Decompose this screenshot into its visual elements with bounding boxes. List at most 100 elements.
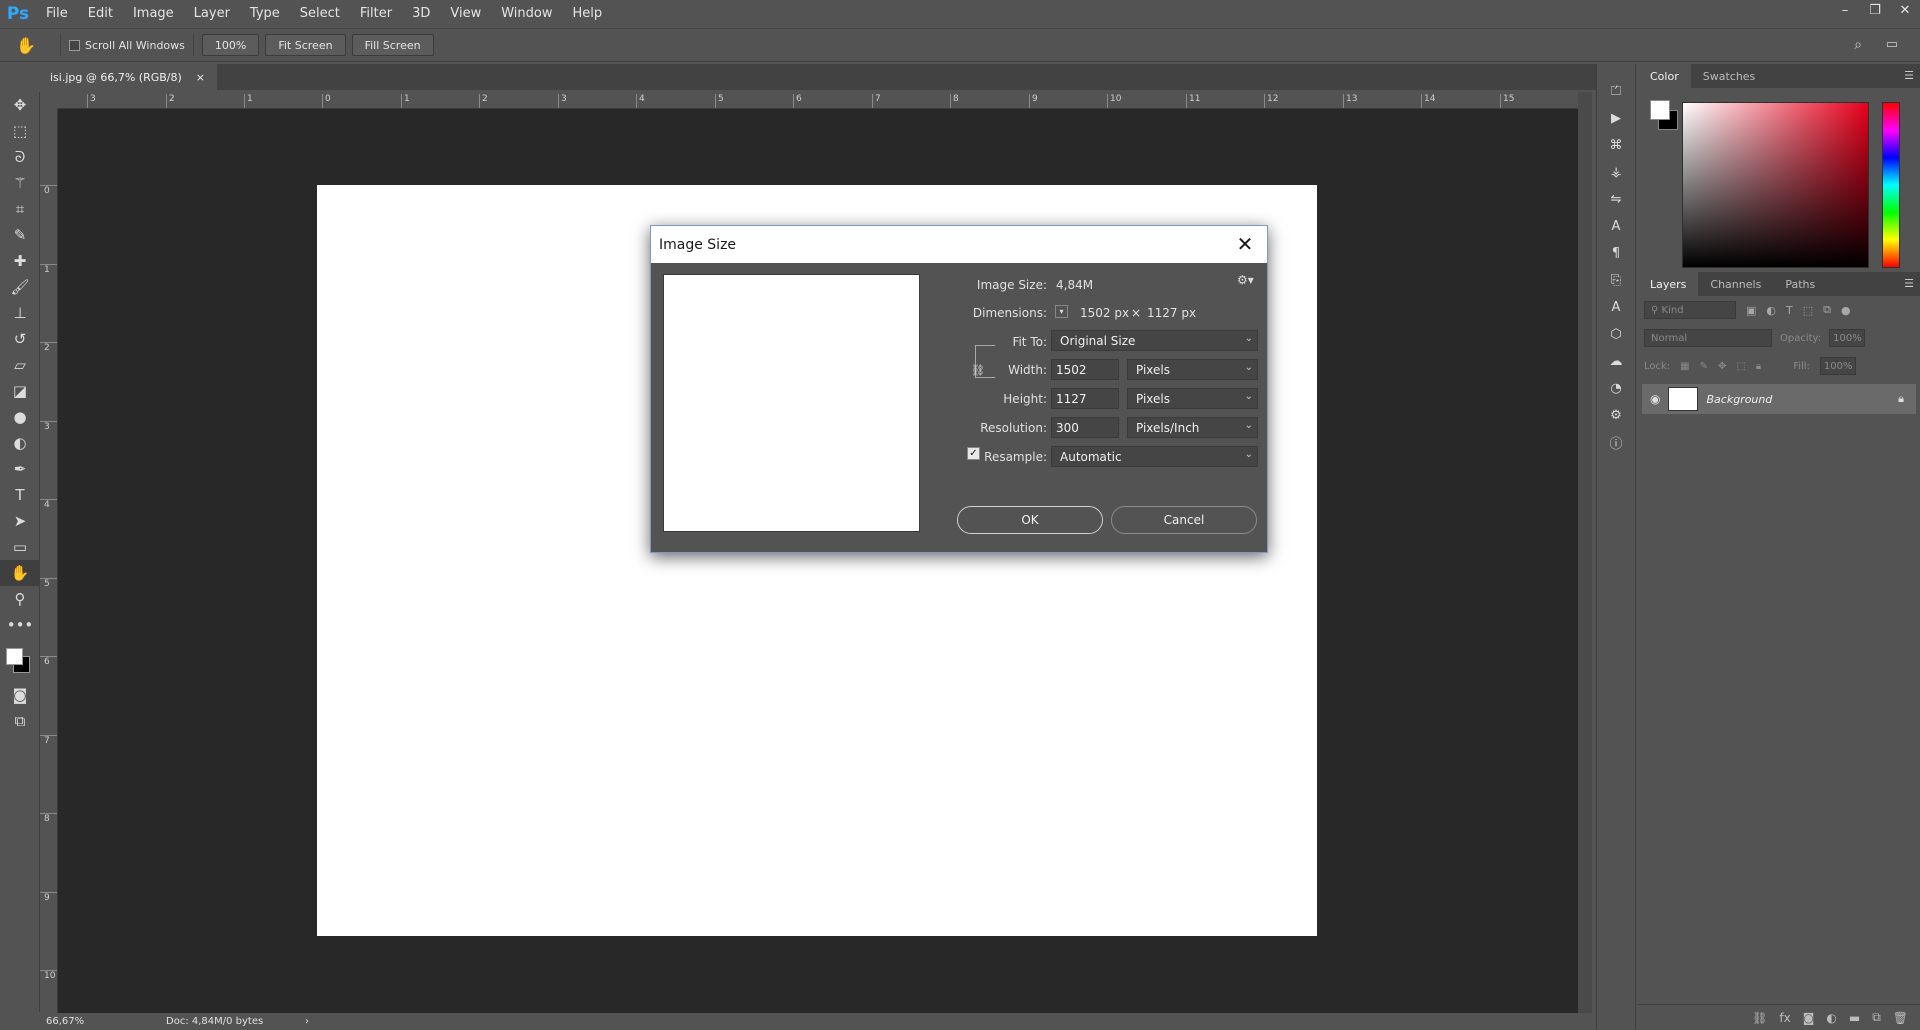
workspace-icon[interactable]: ▭ [1886,37,1898,52]
hand-tool-icon[interactable]: ✋ [0,560,40,586]
tab-channels[interactable]: Channels [1698,272,1773,296]
color-field[interactable] [1682,102,1869,268]
eye-icon[interactable]: ◉ [1650,392,1660,406]
3d-icon[interactable]: ⬡ [1597,321,1635,348]
scroll-all-windows-checkbox[interactable]: Scroll All Windows [69,39,185,52]
marquee-tool-icon[interactable]: ⬚ [0,118,40,144]
paragraph-icon[interactable]: ¶ [1597,240,1635,267]
minimize-icon[interactable]: – [1830,0,1860,20]
lock-artboard-icon[interactable]: ⬚ [1736,361,1745,372]
magic-wand-tool-icon[interactable]: ⚚ [0,170,40,196]
filter-toggle-icon[interactable]: ● [1841,304,1851,317]
layer-style-icon[interactable]: fx [1779,1011,1790,1025]
type-tool-icon[interactable]: T [0,482,40,508]
fill-screen-button[interactable]: Fill Screen [351,34,434,56]
foreground-color[interactable] [6,648,23,665]
menu-file[interactable]: File [36,0,78,28]
clone-stamp-tool-icon[interactable]: ⊥ [0,300,40,326]
cancel-button[interactable]: Cancel [1111,506,1257,534]
panel-menu-icon[interactable]: ☰ [1904,277,1914,290]
tab-paths[interactable]: Paths [1773,272,1827,296]
actions-icon[interactable]: ▶ [1597,105,1635,132]
height-unit-select[interactable]: Pixels ⌄ [1127,388,1258,409]
fit-to-select[interactable]: Original Size ⌄ [1051,330,1258,351]
panel-menu-icon[interactable]: ☰ [1904,69,1914,82]
lock-all-icon[interactable]: 🔒︎ [1756,361,1761,372]
brush-presets-icon[interactable]: ⌘ [1597,132,1635,159]
move-tool-icon[interactable]: ✥ [0,92,40,118]
menu-select[interactable]: Select [290,0,350,28]
close-icon[interactable]: ✕ [1233,232,1257,256]
dodge-tool-icon[interactable]: ◐ [0,430,40,456]
character-icon[interactable]: A [1597,213,1635,240]
brushes-icon[interactable]: ⚶ [1597,159,1635,186]
ok-button[interactable]: OK [957,506,1103,534]
checkbox-box[interactable] [69,39,80,51]
fit-screen-button[interactable]: Fit Screen [265,34,346,56]
adjustments-icon[interactable]: ⇋ [1597,186,1635,213]
height-input[interactable]: 1127 [1051,388,1119,409]
width-unit-select[interactable]: Pixels ⌄ [1127,359,1258,380]
filter-shape-icon[interactable]: ⬚ [1803,304,1813,317]
eyedropper-tool-icon[interactable]: ✎ [0,222,40,248]
menu-filter[interactable]: Filter [350,0,402,28]
layer-row[interactable]: ◉ Background 🔒︎ [1642,384,1916,414]
new-group-icon[interactable]: ▬ [1849,1011,1860,1025]
menu-3d[interactable]: 3D [402,0,440,28]
layer-kind-filter[interactable]: ⚲ Kind [1644,301,1736,319]
lock-icon[interactable]: 🔒︎ [1898,392,1904,406]
eraser-tool-icon[interactable]: ▱ [0,352,40,378]
new-layer-icon[interactable]: ⧉ [1872,1010,1881,1025]
blur-tool-icon[interactable]: ● [0,404,40,430]
history-icon[interactable]: ⏍ [1597,78,1635,105]
tab-layers[interactable]: Layers [1638,272,1699,296]
search-icon[interactable]: ⌕ [1854,37,1862,53]
blend-mode-select[interactable]: Normal [1644,329,1772,347]
info-icon[interactable]: ⓘ [1597,429,1635,456]
menu-layer[interactable]: Layer [184,0,240,28]
delete-layer-icon[interactable]: 🗑︎ [1893,1011,1908,1025]
menu-help[interactable]: Help [563,0,613,28]
status-zoom[interactable]: 66,67% [40,1016,110,1027]
glyphs-icon[interactable]: A [1597,294,1635,321]
gear-icon[interactable]: ⚙▾ [1237,273,1254,287]
filter-adjustment-icon[interactable]: ◐ [1766,304,1776,317]
properties-icon[interactable]: ⚙ [1597,402,1635,429]
chevron-down-icon[interactable]: ▾ [1055,305,1068,318]
link-layers-icon[interactable]: ⛓ [1752,1011,1767,1025]
menu-type[interactable]: Type [240,0,290,28]
menu-view[interactable]: View [440,0,491,28]
pen-tool-icon[interactable]: ✒ [0,456,40,482]
healing-brush-tool-icon[interactable]: ✚ [0,248,40,274]
screen-mode-icon[interactable]: ⧉ [0,708,40,734]
tab-color[interactable]: Color [1638,64,1691,88]
lock-transparent-icon[interactable]: ▦ [1680,361,1689,372]
libraries-icon[interactable]: ☁ [1597,348,1635,375]
close-tab-icon[interactable]: × [196,71,205,84]
history-brush-tool-icon[interactable]: ↺ [0,326,40,352]
rectangle-tool-icon[interactable]: ▭ [0,534,40,560]
panel-foreground-swatch[interactable] [1650,100,1670,120]
filter-type-icon[interactable]: T [1786,304,1793,317]
clone-source-icon[interactable]: ⎘ [1597,267,1635,294]
lock-image-icon[interactable]: ✎ [1700,361,1708,372]
menu-window[interactable]: Window [491,0,562,28]
color-swatches[interactable] [0,638,39,682]
vertical-scrollbar[interactable] [1578,92,1592,1013]
filter-smart-object-icon[interactable]: ⧉ [1823,303,1831,317]
restore-icon[interactable]: ❐ [1860,0,1890,20]
hue-slider[interactable] [1882,102,1900,268]
add-mask-icon[interactable]: ◙ [1803,1011,1815,1025]
width-input[interactable]: 1502 [1051,359,1119,380]
lock-position-icon[interactable]: ✥ [1718,361,1726,372]
paint-bucket-tool-icon[interactable]: ◪ [0,378,40,404]
fill-field[interactable]: 100% [1819,357,1856,375]
status-menu-arrow-icon[interactable]: › [305,1016,309,1027]
navigator-icon[interactable]: ◔ [1597,375,1635,402]
path-selection-tool-icon[interactable]: ➤ [0,508,40,534]
resolution-input[interactable]: 300 [1051,417,1119,438]
image-preview[interactable] [663,274,920,532]
resolution-unit-select[interactable]: Pixels/Inch ⌄ [1127,417,1258,438]
more-tools-icon[interactable]: ••• [0,612,40,638]
zoom-100-button[interactable]: 100% [201,34,260,56]
